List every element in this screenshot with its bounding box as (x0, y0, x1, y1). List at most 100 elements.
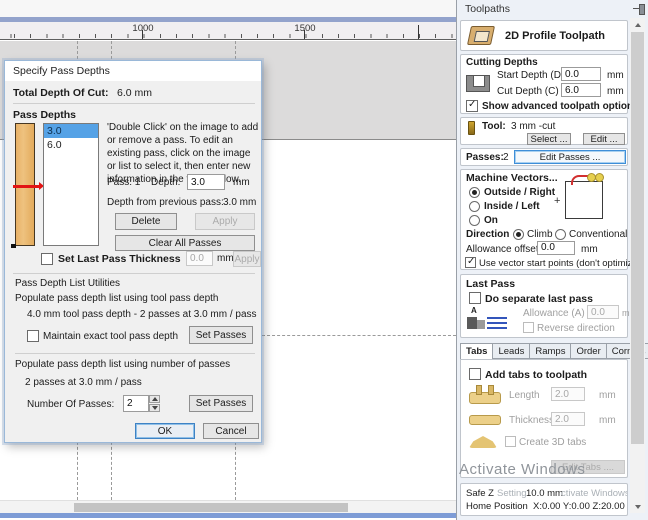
allowance-offset-label: Allowance offset (466, 244, 539, 255)
machine-vectors-title: Machine Vectors... (466, 172, 558, 184)
ruler-edge-marker (418, 25, 419, 39)
divider (13, 103, 255, 104)
guide-line-horizontal (262, 335, 456, 336)
origin-cross-icon (554, 195, 560, 207)
horizontal-ruler: 1000 1500 (0, 22, 457, 40)
safe-z-value: 10.0 mm (526, 488, 563, 499)
last-pass-thickness-unit: mm (217, 253, 234, 264)
add-tabs-label[interactable]: Add tabs to toolpath (485, 369, 587, 381)
total-depth-value: 6.0 mm (117, 87, 153, 99)
last-pass-box: Last Pass Do separate last pass Allowanc… (460, 274, 637, 338)
edit-passes-button[interactable]: Edit Passes ... (514, 150, 626, 164)
on-radio[interactable] (469, 215, 480, 226)
ruler-ticks (0, 34, 457, 38)
outside-right-radio[interactable] (469, 187, 480, 198)
direction-label: Direction (466, 229, 510, 240)
tab-tabs[interactable]: Tabs (460, 343, 494, 360)
set-last-pass-checkbox[interactable] (41, 253, 53, 265)
ruler-label-1500: 1500 (294, 23, 316, 34)
vector-start-checkbox[interactable] (465, 256, 476, 268)
start-depth-input[interactable] (561, 67, 601, 81)
cancel-button[interactable]: Cancel (203, 423, 259, 439)
depth-label: Depth: (151, 177, 181, 188)
ok-button[interactable]: OK (135, 423, 195, 439)
tabs-tab-content: Add tabs to toolpath Length mm Thickness… (460, 359, 628, 478)
pass-depths-section-label: Pass Depths (13, 109, 77, 121)
populate-num-pass-label: Populate pass depth list using number of… (15, 359, 231, 370)
apply-last-pass-button: Apply (233, 251, 261, 267)
allowance-offset-input[interactable]: 0.0 (537, 241, 575, 255)
last-pass-diagram-icon (487, 327, 507, 329)
cut-depth-input[interactable] (561, 83, 601, 97)
tab-thickness-input (551, 412, 585, 426)
cutting-depths-icon (466, 75, 490, 92)
separate-last-pass-label[interactable]: Do separate last pass (485, 293, 593, 305)
tab-order[interactable]: Order (571, 343, 607, 359)
maintain-exact-checkbox[interactable] (27, 330, 39, 342)
tab-leads[interactable]: Leads (493, 343, 531, 359)
specify-pass-depths-dialog: Specify Pass Depths Total Depth Of Cut: … (4, 60, 262, 443)
inside-left-radio[interactable] (469, 201, 480, 212)
vector-start-label[interactable]: Use vector start points (don't optimize) (479, 258, 641, 269)
delete-button[interactable]: Delete (115, 213, 177, 230)
horizontal-scrollbar-thumb[interactable] (74, 503, 348, 512)
outside-right-label[interactable]: Outside / Right (484, 187, 555, 198)
scroll-up-button[interactable] (630, 18, 645, 31)
edit-tabs-button: Edit Tabs .... (551, 460, 625, 474)
safe-z-label: Safe Z (466, 488, 494, 499)
set-passes-tool-button[interactable]: Set Passes (189, 326, 253, 344)
pass-depth-list-item[interactable]: 6.0 (44, 138, 98, 152)
pass-depth-list-item-selected[interactable]: 3.0 (44, 124, 98, 138)
tool-edit-button[interactable]: Edit ... (583, 133, 625, 145)
tab-length-icon (469, 385, 501, 404)
set-passes-number-button[interactable]: Set Passes (189, 395, 253, 412)
tool-name: 3 mm -cut (511, 121, 556, 132)
tool-pass-summary: 4.0 mm tool pass depth - 2 passes at 3.0… (27, 309, 257, 320)
pin-icon[interactable] (633, 4, 645, 15)
advanced-options-label[interactable]: Show advanced toolpath options (482, 101, 639, 112)
horizontal-scrollbar[interactable] (0, 500, 456, 513)
spinner-up-button[interactable] (149, 395, 160, 403)
pass-depth-list[interactable]: 3.0 6.0 (43, 123, 99, 246)
prev-pass-label: Depth from previous pass: (107, 197, 224, 208)
conventional-radio[interactable] (555, 229, 566, 240)
number-of-passes-input[interactable] (123, 395, 149, 412)
separate-last-pass-checkbox[interactable] (469, 292, 481, 304)
spinner-down-button[interactable] (149, 404, 160, 412)
tab-thickness-label: Thickness (509, 415, 555, 426)
tab-ramps[interactable]: Ramps (530, 343, 572, 359)
tab-length-unit: mm (599, 390, 616, 401)
maintain-exact-label[interactable]: Maintain exact tool pass depth (43, 331, 178, 342)
number-of-passes-label: Number Of Passes: (27, 399, 115, 410)
scroll-down-button[interactable] (630, 500, 645, 513)
watermark-fragment: ctivate Windows. (561, 488, 628, 499)
inside-left-label[interactable]: Inside / Left (484, 201, 540, 212)
ruler-major-tick (142, 30, 143, 39)
reverse-direction-label: Reverse direction (537, 323, 615, 334)
conventional-label[interactable]: Conventional (569, 229, 627, 240)
cutting-depths-box: Cutting Depths Start Depth (D) mm Cut De… (460, 54, 639, 114)
profile-toolpath-icon (466, 26, 496, 45)
utilities-section-label: Pass Depth List Utilities (15, 278, 121, 289)
add-tabs-checkbox[interactable] (469, 368, 481, 380)
pass-number-label: Pass: 1 (107, 177, 141, 188)
advanced-options-checkbox[interactable] (466, 99, 478, 112)
last-pass-diagram-icon (467, 317, 477, 329)
passes-box: Passes: 2 Edit Passes ... (460, 148, 628, 166)
climb-radio[interactable] (513, 229, 524, 240)
tool-position-circle (595, 173, 604, 182)
panel-scrollbar[interactable] (630, 18, 645, 513)
panel-scrollbar-thumb[interactable] (631, 32, 644, 444)
dialog-titlebar[interactable]: Specify Pass Depths (5, 61, 261, 81)
last-pass-diagram-icon (487, 317, 507, 319)
total-depth-label: Total Depth Of Cut: (13, 87, 109, 99)
tool-icon (468, 121, 475, 135)
depth-input[interactable] (187, 174, 225, 190)
tool-select-button[interactable]: Select ... (527, 133, 571, 145)
set-last-pass-label[interactable]: Set Last Pass Thickness (58, 253, 181, 265)
climb-label[interactable]: Climb (527, 229, 553, 240)
last-pass-allowance-label: Allowance (A) (523, 308, 585, 319)
clear-all-passes-button[interactable]: Clear All Passes (115, 235, 255, 251)
canvas-top-strip (0, 0, 457, 17)
on-label[interactable]: On (484, 215, 498, 226)
